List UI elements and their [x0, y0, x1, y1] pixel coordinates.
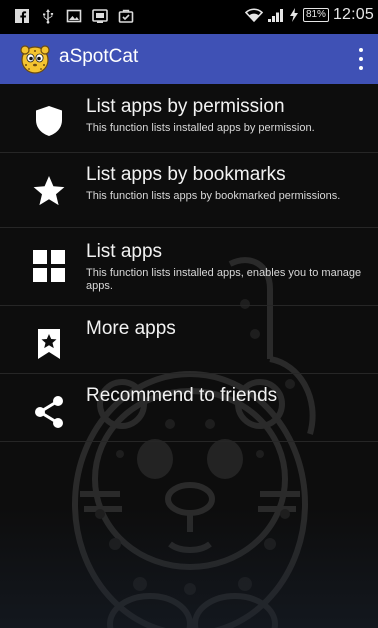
menu-item-list-apps[interactable]: List apps This function lists installed … [0, 227, 378, 306]
screenshot-icon [92, 9, 108, 23]
overflow-menu-icon[interactable] [358, 48, 364, 70]
shield-icon [36, 106, 62, 136]
phone-screen: 81% 12:05 aSpotCat List apps by permissi… [0, 0, 378, 628]
menu-item-description: This function lists installed apps by pe… [86, 122, 315, 134]
battery-percent: 81% [302, 8, 329, 22]
facebook-icon [15, 9, 29, 23]
status-bar: 81% 12:05 [0, 0, 378, 34]
star-icon [33, 176, 65, 206]
menu-item-recommend[interactable]: Recommend to friends [0, 373, 378, 442]
menu-item-title: Recommend to friends [86, 385, 278, 406]
signal-icon [267, 9, 283, 22]
menu-item-title: List apps by bookmarks [86, 164, 286, 185]
menu-item-permission[interactable]: List apps by permission This function li… [0, 84, 378, 153]
background-gradient [0, 508, 378, 628]
grid-icon [33, 250, 65, 282]
bookmark-star-icon [38, 329, 60, 359]
menu-item-title: List apps [86, 241, 163, 262]
system-status: 81% 12:05 [244, 6, 374, 24]
briefcase-icon [118, 9, 134, 23]
menu-item-more-apps[interactable]: More apps [0, 305, 378, 374]
main-menu: List apps by permission This function li… [0, 84, 378, 628]
share-icon [35, 396, 63, 428]
app-bar: aSpotCat [0, 34, 378, 84]
app-title: aSpotCat [59, 46, 139, 67]
image-icon [66, 9, 82, 23]
usb-icon [43, 9, 54, 24]
menu-item-description: This function lists apps by bookmarked p… [86, 190, 341, 202]
leopard-logo-icon[interactable] [20, 44, 50, 74]
notification-icons [14, 8, 134, 24]
menu-item-bookmarks[interactable]: List apps by bookmarks This function lis… [0, 152, 378, 228]
charging-icon [289, 8, 298, 22]
clock: 12:05 [332, 6, 374, 23]
menu-item-title: More apps [86, 318, 176, 339]
wifi-icon [244, 8, 263, 23]
menu-item-title: List apps by permission [86, 96, 285, 117]
menu-item-description: This function lists installed apps, enab… [86, 267, 362, 292]
